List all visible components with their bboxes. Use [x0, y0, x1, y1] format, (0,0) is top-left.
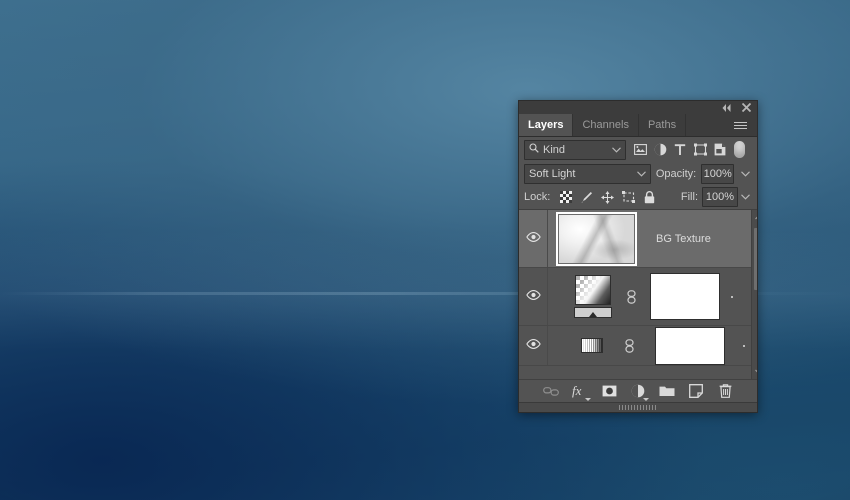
- blend-mode-select[interactable]: Soft Light: [524, 164, 651, 184]
- lock-label: Lock:: [524, 191, 550, 203]
- fill-input[interactable]: 100%: [702, 187, 738, 207]
- layer-visibility-toggle[interactable]: [519, 210, 548, 267]
- new-adjustment-layer-icon[interactable]: [630, 382, 647, 400]
- scrollbar-track[interactable]: [752, 224, 757, 365]
- tabbar-filler: [686, 114, 729, 136]
- layer-row-marker: [731, 296, 733, 298]
- gradient-fill-thumbnail[interactable]: [574, 275, 612, 318]
- close-icon[interactable]: [741, 102, 752, 113]
- resize-grip-lines: [619, 405, 657, 410]
- layer-row-marker: [743, 345, 745, 347]
- layer-visibility-toggle[interactable]: [519, 268, 548, 325]
- layer-mask-thumbnail[interactable]: [650, 273, 720, 320]
- layer-thumbnail-cell[interactable]: [548, 327, 751, 365]
- layers-list-wrapper: BG Texture: [519, 209, 757, 379]
- opacity-stepper-chevron-down-icon[interactable]: [739, 165, 752, 183]
- link-mask-icon[interactable]: [623, 290, 639, 304]
- opacity-value: 100%: [704, 168, 732, 180]
- opacity-label: Opacity:: [656, 168, 696, 180]
- smart-object-filter-icon[interactable]: [710, 140, 730, 160]
- tab-channels[interactable]: Channels: [573, 114, 638, 136]
- layers-list: BG Texture: [519, 210, 751, 379]
- opacity-input[interactable]: 100%: [701, 164, 734, 184]
- fill-value: 100%: [706, 191, 734, 203]
- lock-artboard-nesting-icon[interactable]: [618, 187, 639, 207]
- eye-visible-icon: [526, 339, 541, 352]
- gradient-thumbnail-image: [575, 275, 611, 305]
- link-mask-icon[interactable]: [621, 339, 637, 353]
- eye-visible-icon: [526, 232, 541, 245]
- add-layer-mask-icon[interactable]: [601, 382, 618, 400]
- lock-transparent-pixels-icon[interactable]: [555, 187, 576, 207]
- new-group-folder-icon[interactable]: [659, 382, 676, 400]
- panel-titlebar[interactable]: [519, 101, 757, 114]
- table-row[interactable]: [519, 326, 751, 366]
- svg-text:fx: fx: [572, 384, 582, 398]
- hamburger-menu-icon[interactable]: [729, 114, 757, 136]
- chevron-up-icon[interactable]: [752, 210, 757, 224]
- lock-position-icon[interactable]: [597, 187, 618, 207]
- pixel-layer-filter-icon[interactable]: [630, 140, 650, 160]
- type-layer-filter-icon[interactable]: [670, 140, 690, 160]
- search-icon: [529, 143, 539, 156]
- panel-tabbar: Layers Channels Paths: [519, 114, 757, 137]
- chevron-down-icon: [637, 168, 646, 180]
- table-row[interactable]: [519, 268, 751, 326]
- tab-layers[interactable]: Layers: [519, 114, 573, 136]
- panel-resize-grip[interactable]: [519, 402, 757, 412]
- tab-layers-label: Layers: [528, 119, 563, 131]
- lock-row: Lock: Fill: 100%: [519, 185, 757, 209]
- new-layer-icon[interactable]: [688, 382, 705, 400]
- gradient-strip-thumbnail[interactable]: [581, 338, 603, 353]
- blend-mode-value: Soft Light: [529, 168, 637, 180]
- fill-stepper-chevron-down-icon[interactable]: [738, 188, 752, 206]
- eye-visible-icon: [526, 290, 541, 303]
- lock-image-pixels-icon[interactable]: [576, 187, 597, 207]
- scrollbar-thumb[interactable]: [754, 228, 757, 290]
- tab-paths[interactable]: Paths: [639, 114, 686, 136]
- layer-filter-row: Kind: [519, 137, 757, 162]
- layer-style-fx-icon[interactable]: fx: [572, 382, 589, 400]
- table-row[interactable]: BG Texture: [519, 210, 751, 268]
- link-layers-icon[interactable]: [543, 382, 560, 400]
- delete-layer-trash-icon[interactable]: [717, 382, 734, 400]
- layer-visibility-toggle[interactable]: [519, 326, 548, 365]
- filter-kind-label: Kind: [543, 144, 608, 156]
- chevron-down-icon[interactable]: [752, 365, 757, 379]
- texture-thumbnail: [559, 215, 634, 263]
- shape-layer-filter-icon[interactable]: [690, 140, 710, 160]
- filter-type-icons: [630, 140, 745, 160]
- gradient-scrubber-bar: [574, 307, 612, 318]
- blend-mode-row: Soft Light Opacity: 100%: [519, 162, 757, 185]
- adjustment-layer-filter-icon[interactable]: [650, 140, 670, 160]
- layers-bottom-toolbar: fx: [519, 379, 757, 402]
- layer-name: BG Texture: [656, 233, 711, 245]
- filter-kind-select[interactable]: Kind: [524, 140, 626, 160]
- lock-all-icon[interactable]: [639, 187, 660, 207]
- layers-scrollbar[interactable]: [751, 210, 757, 379]
- filter-enable-toggle[interactable]: [734, 141, 745, 158]
- chevron-down-icon: [612, 144, 621, 156]
- fill-label: Fill:: [681, 191, 698, 203]
- layer-mask-thumbnail[interactable]: [655, 327, 725, 365]
- layers-panel: Layers Channels Paths Kind: [518, 100, 758, 413]
- layer-thumbnail-cell[interactable]: [548, 273, 739, 320]
- tab-paths-label: Paths: [648, 119, 676, 131]
- tab-channels-label: Channels: [582, 119, 628, 131]
- collapse-panel-icon[interactable]: [721, 102, 732, 113]
- layer-thumbnail-selected-frame: [556, 212, 637, 266]
- layer-thumbnail-cell[interactable]: BG Texture: [548, 212, 711, 266]
